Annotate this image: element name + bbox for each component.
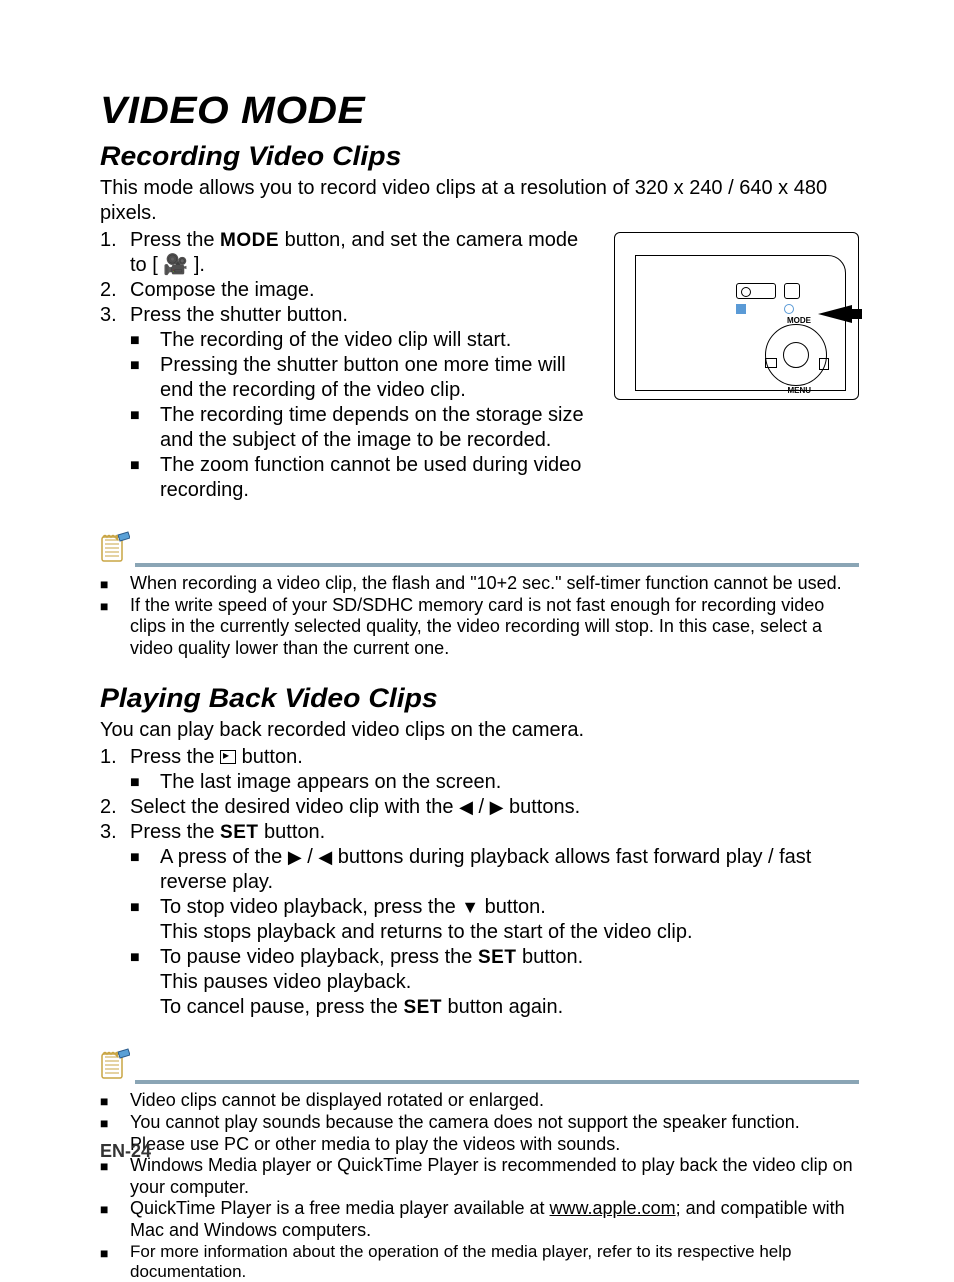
note-item: You cannot play sounds because the camer… (100, 1112, 859, 1155)
step-number: 3. (100, 820, 117, 845)
step-text: button. (259, 821, 326, 843)
playback-steps: 1. Press the button. The last image appe… (100, 745, 859, 1020)
step-3: 3. Press the SET button. A press of the … (100, 820, 859, 1020)
camera-diagram: MODE MENU (614, 232, 859, 400)
step-number: 1. (100, 745, 117, 770)
step-text: ]. (188, 254, 205, 276)
bullet-text: To stop video playback, press the (160, 896, 461, 918)
sub-bullet: Pressing the shutter button one more tim… (130, 353, 594, 403)
note-item: If the write speed of your SD/SDHC memor… (100, 595, 859, 660)
set-button-label: SET (478, 947, 516, 968)
section2-notes: Video clips cannot be displayed rotated … (100, 1090, 859, 1282)
note-item: When recording a video clip, the flash a… (100, 573, 859, 595)
note-item: Windows Media player or QuickTime Player… (100, 1155, 859, 1198)
apple-link[interactable]: www.apple.com (550, 1198, 676, 1218)
step-text: Press the (130, 821, 220, 843)
step-text: buttons. (503, 796, 580, 818)
play-icon (765, 358, 777, 368)
step-text: Press the (130, 229, 220, 251)
right-arrow-icon: ▶ (490, 797, 504, 817)
sub-bullet: The recording time depends on the storag… (130, 403, 594, 453)
section1-notes: When recording a video clip, the flash a… (100, 573, 859, 659)
camera-body: MODE MENU (635, 255, 846, 391)
bullet-text: To pause video playback, press the (160, 946, 478, 968)
down-arrow-icon: ▼ (461, 897, 479, 917)
set-button-label: SET (403, 997, 441, 1018)
bullet-text: A press of the (160, 846, 288, 868)
sub-bullet: The last image appears on the screen. (130, 770, 859, 795)
trash-icon (819, 358, 829, 370)
bullet-text: button. (479, 896, 546, 918)
bullet-text: This pauses video playback. (160, 971, 411, 993)
step-1: 1. Press the MODE button, and set the ca… (100, 228, 594, 278)
page-number: EN-24 (100, 1141, 151, 1162)
step-number: 2. (100, 795, 117, 820)
step-number: 2. (100, 278, 117, 303)
left-arrow-icon: ◀ (459, 797, 473, 817)
dial-center-icon (783, 342, 809, 368)
step-text: Select the desired video clip with the (130, 796, 459, 818)
flash-icon (784, 283, 800, 299)
left-arrow-icon: ◀ (318, 847, 332, 867)
step-2: 2. Compose the image. (100, 278, 594, 303)
bullet-text: To cancel pause, press the (160, 996, 403, 1018)
note-divider (135, 563, 859, 567)
step-3: 3. Press the shutter button. The recordi… (100, 303, 594, 503)
section-heading-playback: Playing Back Video Clips (100, 683, 897, 714)
bullet-text: button again. (442, 996, 563, 1018)
sub-bullet: The zoom function cannot be used during … (130, 453, 594, 503)
note-divider (135, 1080, 859, 1084)
mode-button-label: MODE (220, 230, 279, 251)
bullet-text: This stops playback and returns to the s… (160, 921, 693, 943)
recording-steps: 1. Press the MODE button, and set the ca… (100, 228, 594, 503)
bullet-text: button. (516, 946, 583, 968)
lens-icon (784, 304, 794, 314)
note-text: QuickTime Player is a free media player … (130, 1198, 550, 1218)
step-2: 2. Select the desired video clip with th… (100, 795, 859, 820)
step-text: button. (236, 746, 303, 768)
sub-bullet: To stop video playback, press the ▼ butt… (130, 895, 859, 945)
note-item: Video clips cannot be displayed rotated … (100, 1090, 859, 1112)
step-number: 1. (100, 228, 117, 253)
note-notepad-icon (100, 1048, 130, 1080)
section-heading-recording: Recording Video Clips (100, 141, 897, 172)
sub-bullet: The recording of the video clip will sta… (130, 328, 594, 353)
section2-intro: You can play back recorded video clips o… (100, 718, 859, 743)
video-mode-icon: 🎥 (163, 254, 188, 276)
indicator-icon (736, 304, 746, 314)
menu-label: MENU (787, 386, 811, 395)
set-button-label: SET (220, 822, 258, 843)
pointer-arrow-icon (818, 305, 852, 323)
note-notepad-icon (100, 531, 130, 563)
step-text: Press the shutter button. (130, 304, 348, 326)
step-1: 1. Press the button. The last image appe… (100, 745, 859, 795)
dial-icon (765, 324, 827, 386)
step-number: 3. (100, 303, 117, 328)
sub-bullet: To pause video playback, press the SET b… (130, 945, 859, 1020)
playback-icon (220, 750, 236, 764)
right-arrow-icon: ▶ (288, 847, 302, 867)
section1-intro: This mode allows you to record video cli… (100, 176, 859, 226)
sub-bullet: A press of the ▶ / ◀ buttons during play… (130, 845, 859, 895)
step-text: Compose the image. (130, 279, 315, 301)
page-title: VIDEO MODE (100, 90, 912, 133)
note-item: For more information about the operation… (100, 1242, 859, 1282)
step3-sub-bullets: The recording of the video clip will sta… (130, 328, 594, 503)
viewfinder-icon (736, 283, 776, 299)
step-text: Press the (130, 746, 220, 768)
